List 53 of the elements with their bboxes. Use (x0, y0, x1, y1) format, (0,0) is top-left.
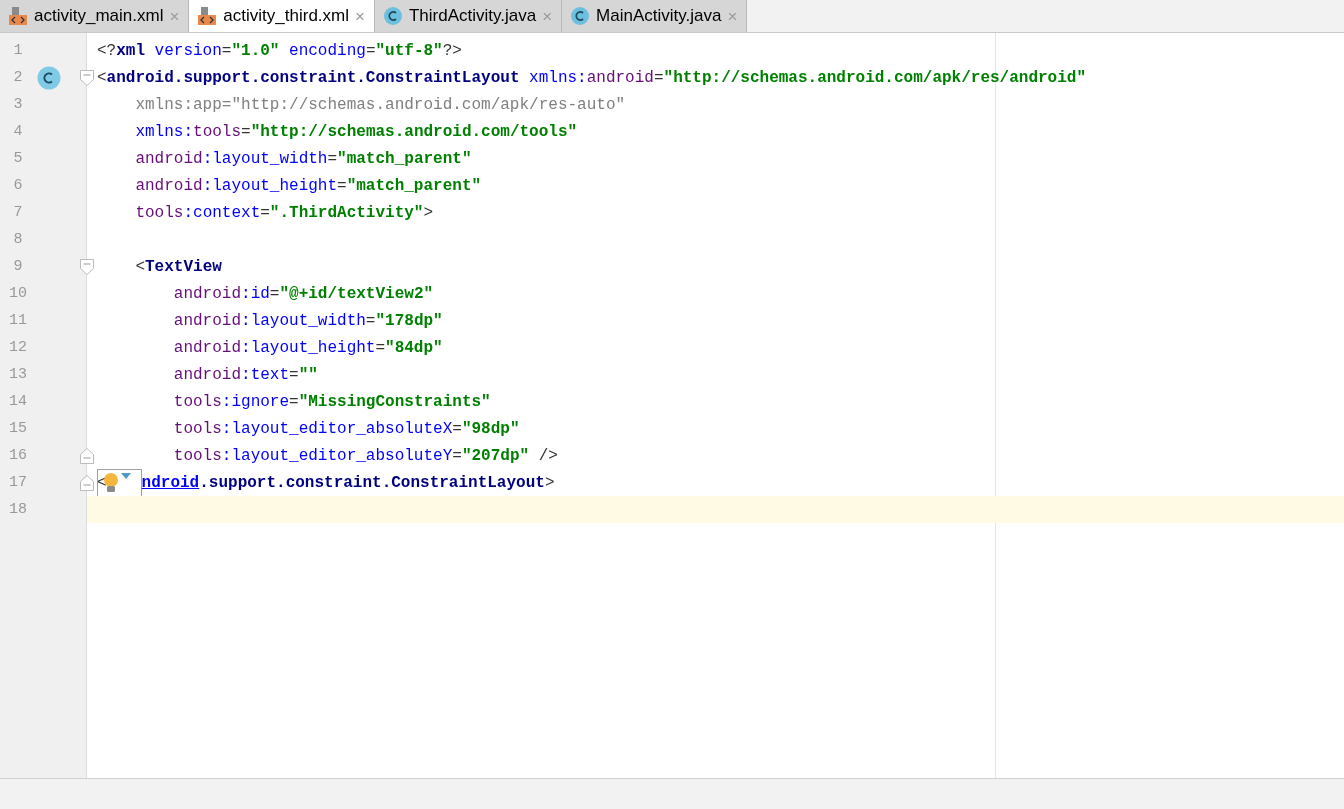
line-number: 16 (8, 447, 28, 464)
class-icon (382, 6, 403, 26)
line-number: 3 (12, 96, 24, 113)
tab-label: activity_third.xml (223, 6, 349, 26)
code-line: android:layout_height="match_parent" (134, 176, 482, 195)
code-line: tools:ignore="MissingConstraints" (172, 392, 491, 411)
fold-icon[interactable] (80, 447, 94, 464)
line-number: 9 (12, 258, 24, 275)
code-line: tools:layout_editor_absoluteX="98dp" (172, 419, 520, 438)
line-number: 15 (8, 420, 28, 437)
tab-label: MainActivity.java (596, 6, 722, 26)
line-number: 18 (8, 501, 28, 518)
code-line: android:text="" (172, 365, 318, 384)
tab-label: activity_main.xml (34, 6, 164, 26)
line-number: 7 (12, 204, 24, 221)
code-line: xmlns:tools="http://schemas.android.com/tools" (134, 122, 578, 141)
code-line: <?xml version="1.0" encoding="utf-8"?> (97, 41, 462, 60)
code-line: <TextView (134, 257, 222, 276)
line-number: 5 (12, 150, 24, 167)
xml-file-icon (197, 6, 218, 26)
file-tab[interactable]: MainActivity.java × (562, 0, 748, 32)
file-tab[interactable]: ThirdActivity.java × (374, 0, 563, 32)
line-number: 17 (8, 474, 28, 491)
tab-label: ThirdActivity.java (408, 6, 537, 26)
code-line: android:layout_width="match_parent" (134, 149, 472, 168)
line-number: 11 (8, 312, 28, 329)
code-line: tools:layout_editor_absoluteY="207dp" /> (172, 446, 558, 465)
line-number: 1 (12, 42, 24, 59)
class-icon (570, 6, 591, 26)
fold-icon[interactable] (80, 69, 94, 86)
code-line: xmlns:app="http://schemas.android.com/apk/res-auto" (134, 95, 626, 114)
code-line: android:id="@+id/textView2" (172, 284, 434, 303)
fold-icon[interactable] (80, 258, 94, 275)
code-text: < (97, 473, 107, 492)
line-number: 2 (12, 69, 24, 86)
line-number: 13 (8, 366, 28, 383)
line-number: 12 (8, 339, 28, 356)
file-tab[interactable]: activity_main.xml × (0, 0, 190, 32)
line-number: 10 (8, 285, 28, 302)
file-tab[interactable]: activity_third.xml × (189, 0, 375, 32)
line-number: 14 (8, 393, 28, 410)
dropdown-arrow-icon (120, 472, 131, 479)
xml-file-icon (8, 6, 28, 26)
code-line: android:layout_height="84dp" (172, 338, 443, 357)
line-number: 8 (12, 231, 24, 248)
code-line: tools:context=".ThirdActivity"> (134, 203, 434, 222)
class-icon[interactable] (37, 65, 61, 90)
line-number: 6 (12, 177, 24, 194)
code-line: <android.support.constraint.ConstraintLayout xmlns:android="http://schemas.android.com/apk/res/android" (97, 68, 1086, 87)
line-number: 4 (12, 123, 24, 140)
code-line: ndroid.support.constraint.ConstraintLayout> (141, 473, 555, 492)
code-line: android:layout_width="178dp" (172, 311, 443, 330)
fold-icon[interactable] (80, 474, 94, 491)
